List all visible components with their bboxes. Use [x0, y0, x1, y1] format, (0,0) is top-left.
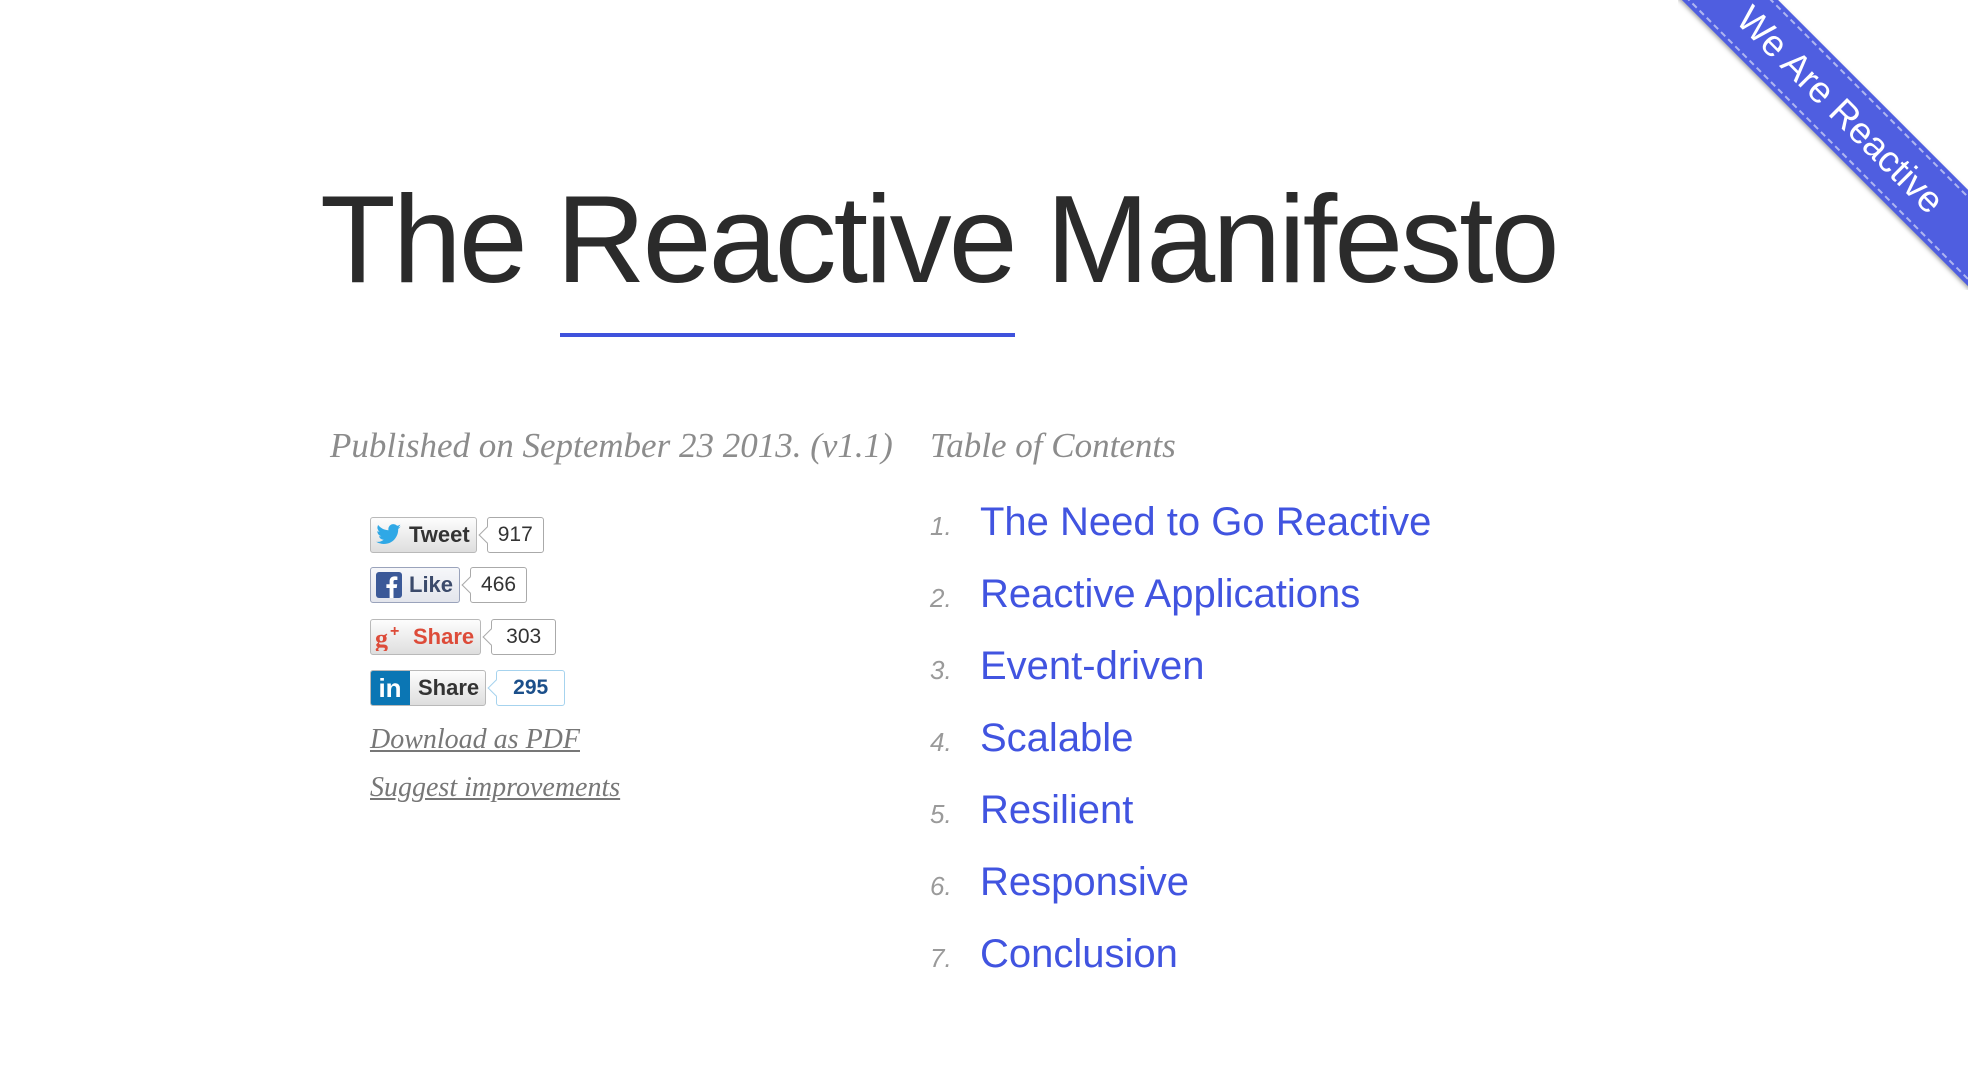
facebook-icon — [375, 571, 403, 599]
title-highlight: Reactive — [556, 165, 1018, 337]
toc-item-number: 5. — [930, 799, 952, 829]
toc-item-number: 1. — [930, 511, 952, 541]
like-label: Like — [409, 572, 454, 597]
tweet-label: Tweet — [409, 522, 470, 547]
twitter-bird-icon — [375, 521, 403, 549]
gplus-share-button[interactable]: g + Share — [370, 619, 482, 655]
published-date: Published on September 23 2013. (v1.1) — [330, 426, 893, 465]
toc-item-number: 2. — [930, 583, 952, 613]
we-are-reactive-ribbon[interactable]: We Are Reactive — [1678, 0, 1968, 290]
toc-item-number: 4. — [930, 727, 952, 757]
toc-link-event-driven[interactable]: Event-driven — [980, 644, 1205, 689]
page-title: The Reactive Manifesto — [320, 165, 1560, 337]
toc-item: 1. The Need to Go Reactive — [930, 500, 1431, 572]
svg-text:g: g — [375, 624, 388, 651]
toc-link-need-to-go-reactive[interactable]: The Need to Go Reactive — [980, 500, 1431, 545]
gplus-share-label: Share — [413, 624, 475, 649]
toc-item: 5. Resilient — [930, 788, 1431, 860]
title-suffix: Manifesto — [1014, 171, 1560, 309]
toc-item: 3. Event-driven — [930, 644, 1431, 716]
like-button[interactable]: Like — [370, 567, 461, 603]
linkedin-share-label: Share — [418, 675, 480, 700]
toc-link-scalable[interactable]: Scalable — [980, 716, 1133, 761]
linkedin-icon: in — [371, 671, 410, 705]
gplus-share-count: 303 — [491, 619, 557, 655]
toc-link-conclusion[interactable]: Conclusion — [980, 932, 1178, 977]
linkedin-share-button[interactable]: in Share — [370, 670, 487, 706]
linkedin-share: in Share 295 — [370, 668, 790, 708]
svg-text:+: + — [390, 623, 399, 640]
toc-item: 7. Conclusion — [930, 932, 1431, 1004]
toc-item: 6. Responsive — [930, 860, 1431, 932]
facebook-like: Like 466 — [370, 565, 790, 605]
table-of-contents: 1. The Need to Go Reactive 2. Reactive A… — [930, 500, 1431, 1004]
twitter-share: Tweet 917 — [370, 515, 790, 555]
linkedin-share-count: 295 — [496, 670, 566, 706]
title-prefix: The — [320, 171, 557, 309]
corner-ribbon-container: We Are Reactive — [1678, 0, 1968, 290]
gplus-share: g + Share 303 — [370, 617, 790, 657]
toc-item-number: 7. — [930, 943, 952, 973]
toc-item-number: 6. — [930, 871, 952, 901]
download-pdf-link[interactable]: Download as PDF — [370, 724, 580, 756]
tweet-count: 917 — [486, 517, 544, 553]
google-plus-icon: g + — [375, 623, 407, 651]
toc-link-resilient[interactable]: Resilient — [980, 788, 1133, 833]
like-count: 466 — [470, 567, 528, 603]
toc-heading: Table of Contents — [930, 426, 1176, 465]
toc-link-responsive[interactable]: Responsive — [980, 860, 1189, 905]
toc-link-reactive-applications[interactable]: Reactive Applications — [980, 572, 1360, 617]
tweet-button[interactable]: Tweet — [370, 517, 477, 553]
toc-item-number: 3. — [930, 655, 952, 685]
suggest-improvements-link[interactable]: Suggest improvements — [370, 772, 620, 804]
toc-item: 2. Reactive Applications — [930, 572, 1431, 644]
toc-item: 4. Scalable — [930, 716, 1431, 788]
